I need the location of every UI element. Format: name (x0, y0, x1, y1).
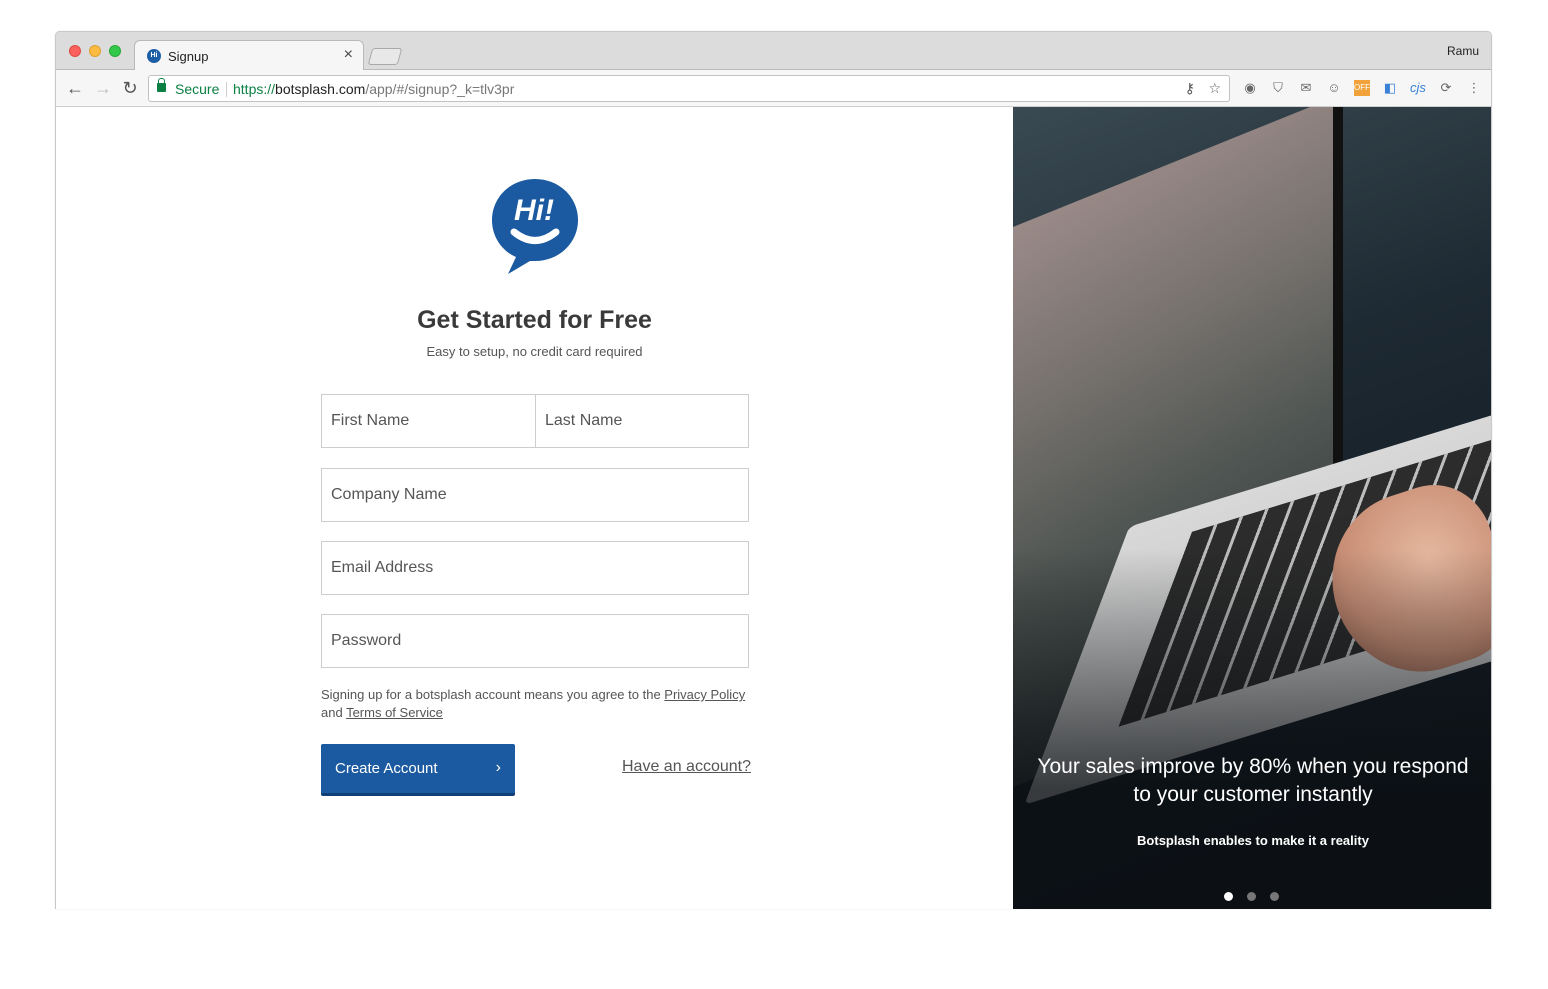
camera-extension-icon[interactable]: ◉ (1242, 80, 1258, 96)
url-scheme: https:// (233, 81, 276, 97)
minimize-window-button[interactable] (89, 45, 101, 57)
botsplash-logo-icon: Hi! (492, 179, 578, 274)
create-account-button[interactable]: Create Account › (321, 744, 515, 796)
email-input[interactable] (321, 541, 749, 595)
bookmark-star-icon[interactable]: ☆ (1208, 80, 1221, 97)
carousel-dot-3[interactable] (1270, 892, 1279, 901)
password-input[interactable] (321, 614, 749, 668)
first-name-input[interactable] (321, 394, 536, 448)
company-name-input[interactable] (321, 468, 749, 522)
last-name-input[interactable] (535, 394, 749, 448)
url-text[interactable]: https://botsplash.com/app/#/signup?_k=tl… (233, 81, 514, 97)
address-separator (226, 82, 227, 97)
chevron-right-icon: › (495, 759, 501, 776)
terms-and: and (321, 705, 347, 720)
browser-toolbar: ← → ↻ Secure https://botsplash.com/app/#… (56, 70, 1491, 107)
menu-kebab-icon[interactable]: ⋮ (1466, 80, 1482, 96)
new-tab-button[interactable] (367, 48, 403, 65)
close-window-button[interactable] (69, 45, 81, 57)
reload-icon[interactable]: ↻ (119, 77, 141, 99)
robot-extension-icon[interactable]: ☺ (1326, 80, 1342, 96)
privacy-policy-link[interactable]: Privacy Policy (664, 687, 745, 702)
terms-prefix: Signing up for a botsplash account means… (321, 687, 665, 702)
signup-panel: Hi! Get Started for Free Easy to setup, … (56, 107, 1013, 909)
hero-panel: Your sales improve by 80% when you respo… (1013, 107, 1491, 909)
address-bar[interactable]: Secure https://botsplash.com/app/#/signu… (148, 75, 1230, 102)
key-icon[interactable]: ⚷ (1185, 80, 1195, 97)
hero-title: Your sales improve by 80% when you respo… (1037, 755, 1469, 806)
back-arrow-icon[interactable]: ← (64, 77, 86, 99)
tag-extension-icon[interactable]: ◧ (1382, 80, 1398, 96)
page-subtitle: Easy to setup, no credit card required (426, 344, 643, 359)
tab-strip: Hi Signup × Ramu (56, 32, 1491, 71)
terms-text: Signing up for a botsplash account means… (321, 686, 751, 722)
url-host: botsplash.com (275, 81, 366, 97)
browser-window: Hi Signup × Ramu ← → ↻ Secure https://bo… (55, 31, 1492, 909)
carousel-dot-2[interactable] (1247, 892, 1256, 901)
logo-text: Hi! (514, 194, 554, 227)
cjs-extension-icon[interactable]: cjs (1410, 80, 1426, 96)
off-extension-icon[interactable]: OFF (1354, 80, 1370, 96)
tab-signup[interactable]: Hi Signup × (134, 40, 364, 71)
hero-subtitle: Botsplash enables to make it a reality (1137, 833, 1369, 848)
tab-close-icon[interactable]: × (344, 46, 353, 64)
create-account-label: Create Account (335, 760, 438, 777)
profile-name[interactable]: Ramu (1447, 44, 1479, 58)
carousel-dot-1[interactable] (1224, 892, 1233, 901)
botsplash-favicon-icon: Hi (147, 49, 161, 63)
maximize-window-button[interactable] (109, 45, 121, 57)
sync-extension-icon[interactable]: ⟳ (1438, 80, 1454, 96)
page-title: Get Started for Free (417, 306, 652, 334)
secure-label: Secure (175, 81, 220, 97)
terms-of-service-link[interactable]: Terms of Service (346, 705, 443, 720)
page-content: Hi! Get Started for Free Easy to setup, … (56, 107, 1491, 909)
shield-extension-icon[interactable]: ⛉ (1270, 80, 1286, 96)
url-path: /app/#/signup?_k=tlv3pr (365, 81, 515, 97)
tab-title: Signup (168, 49, 209, 64)
mail-extension-icon[interactable]: ✉ (1298, 80, 1314, 96)
have-account-link[interactable]: Have an account? (622, 758, 751, 776)
forward-arrow-icon[interactable]: → (92, 77, 114, 99)
lock-icon (157, 78, 166, 92)
carousel-dots (1224, 888, 1293, 906)
